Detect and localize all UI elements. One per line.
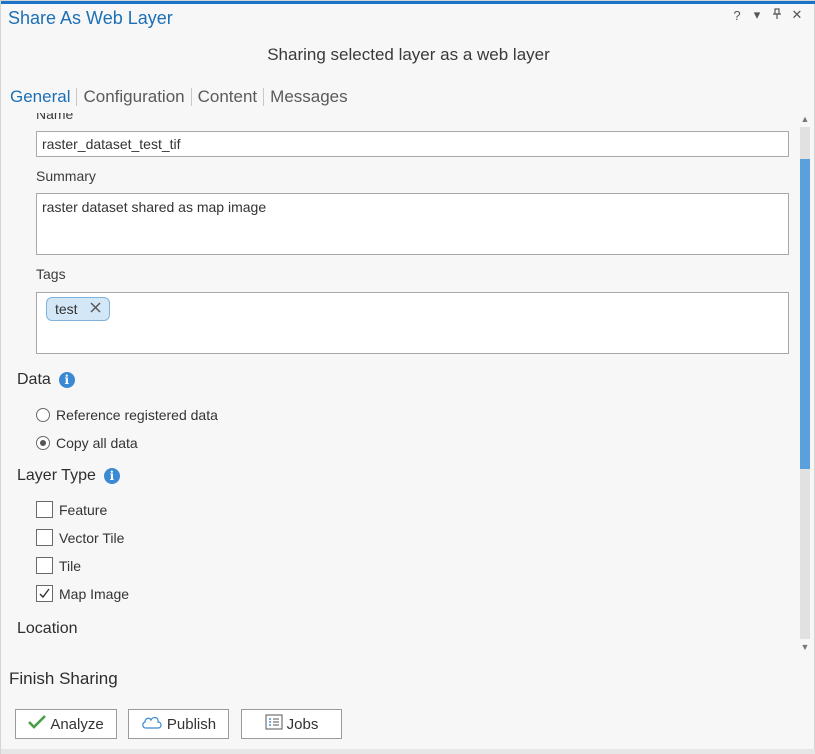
scroll-up-arrow-icon[interactable]: ▲ [798, 113, 812, 125]
tags-input[interactable] [36, 292, 789, 354]
tab-content[interactable]: Content [192, 87, 264, 107]
checkbox-vector-tile[interactable]: Vector Tile [36, 529, 124, 546]
dropdown-menu-icon[interactable]: ▾ [750, 7, 764, 23]
help-icon[interactable]: ? [730, 8, 744, 23]
checkbox-label: Map Image [59, 585, 130, 602]
general-tab-content: Name raster_dataset_test_tif Summary ras… [1, 113, 798, 655]
info-icon[interactable]: i [58, 372, 75, 388]
location-section-title: Location [17, 620, 78, 637]
publish-button[interactable]: Publish [128, 709, 229, 739]
checkbox-map-image[interactable]: Map Image [36, 585, 129, 602]
checkbox[interactable] [36, 529, 53, 546]
data-section-title: Data [17, 371, 51, 388]
checkmark-icon [39, 588, 50, 599]
tag-label: test [55, 301, 78, 317]
checkbox-label: Feature [59, 501, 108, 518]
jobs-button[interactable]: Jobs [241, 709, 342, 739]
layer-type-section-header: Layer Type i [17, 467, 120, 485]
name-input[interactable]: raster_dataset_test_tif [36, 131, 789, 157]
tab-configuration[interactable]: Configuration [77, 87, 190, 107]
summary-textarea[interactable]: raster dataset shared as map image [36, 193, 789, 255]
layer-type-section-title: Layer Type [17, 467, 96, 484]
close-icon[interactable]: ✕ [790, 7, 804, 23]
checkbox[interactable] [36, 585, 53, 602]
pin-icon[interactable] [770, 7, 784, 23]
radio-button[interactable] [36, 436, 50, 450]
tags-label: Tags [36, 266, 66, 282]
tab-messages[interactable]: Messages [264, 87, 353, 107]
analyze-button-label: Analyze [50, 715, 104, 733]
analyze-button[interactable]: Analyze [15, 709, 117, 739]
pane-accent-bar [1, 1, 815, 4]
checkmark-icon [28, 714, 47, 734]
summary-label: Summary [36, 168, 96, 184]
data-section-header: Data i [17, 371, 75, 389]
publish-button-label: Publish [166, 715, 217, 733]
bottom-edge [1, 749, 815, 754]
checkbox-label: Vector Tile [59, 529, 125, 546]
cloud-icon [141, 715, 163, 733]
scroll-thumb[interactable] [800, 159, 810, 469]
checkbox-tile[interactable]: Tile [36, 557, 81, 574]
radio-copy-all-data[interactable]: Copy all data [36, 435, 138, 451]
remove-tag-icon[interactable] [90, 300, 101, 318]
jobs-button-label: Jobs [286, 715, 319, 733]
info-icon[interactable]: i [103, 468, 120, 484]
location-section-header: Location [17, 620, 78, 638]
radio-label: Reference registered data [56, 407, 218, 423]
tag-chip[interactable]: test [46, 297, 110, 321]
checkbox[interactable] [36, 557, 53, 574]
pane-title: Share As Web Layer [8, 8, 173, 28]
checkbox-feature[interactable]: Feature [36, 501, 107, 518]
checkbox-label: Tile [59, 557, 82, 574]
scroll-down-arrow-icon[interactable]: ▼ [798, 641, 812, 653]
radio-reference-registered-data[interactable]: Reference registered data [36, 407, 218, 423]
checkbox[interactable] [36, 501, 53, 518]
radio-label: Copy all data [56, 435, 138, 451]
finish-sharing-title: Finish Sharing [9, 669, 118, 688]
name-label: Name [36, 113, 74, 122]
tab-bar: General Configuration Content Messages [10, 87, 354, 107]
radio-button[interactable] [36, 408, 50, 422]
jobs-list-icon [265, 714, 283, 734]
tab-general[interactable]: General [10, 87, 76, 107]
vertical-scrollbar[interactable]: ▲ ▼ [798, 113, 812, 655]
window-controls: ? ▾ ✕ [730, 7, 804, 23]
pane-subtitle: Sharing selected layer as a web layer [267, 45, 550, 64]
share-as-web-layer-pane: Share As Web Layer ? ▾ ✕ Sharing selecte… [0, 0, 815, 754]
